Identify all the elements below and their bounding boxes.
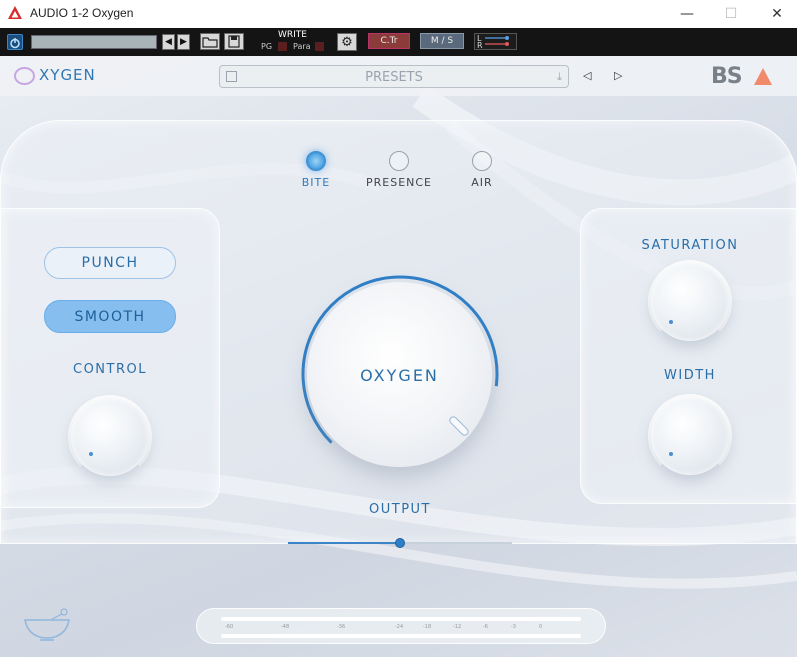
mode-radio-bite[interactable] <box>306 151 326 171</box>
punch-button[interactable]: PUNCH <box>44 247 176 279</box>
pg-write-toggle[interactable] <box>278 42 287 51</box>
para-write-toggle[interactable] <box>315 42 324 51</box>
meter-tick: -6 <box>483 624 488 630</box>
presets-dropdown[interactable]: PRESETS ⤓ <box>219 65 569 88</box>
write-label: WRITE <box>278 30 307 40</box>
meter-tick: -24 <box>395 624 404 630</box>
output-slider-fill <box>288 542 400 544</box>
saturation-label: SATURATION <box>641 238 739 253</box>
control-knob[interactable] <box>71 398 149 476</box>
mid-side-button[interactable]: M / S <box>420 33 464 49</box>
window-titlebar: AUDIO 1-2 Oxygen — ☐ ✕ <box>0 0 797 28</box>
width-knob-indicator <box>669 452 673 456</box>
saturation-knob-indicator <box>669 320 673 324</box>
settings-button[interactable]: ⚙ <box>337 33 357 51</box>
output-slider-thumb[interactable] <box>395 538 405 548</box>
open-folder-button[interactable] <box>200 33 220 50</box>
save-icon <box>228 35 240 48</box>
width-label: WIDTH <box>664 368 716 383</box>
mode-radio-air[interactable] <box>472 151 492 171</box>
host-next-preset-button[interactable]: ▶ <box>177 34 190 50</box>
saturation-knob[interactable] <box>651 263 729 341</box>
prev-preset-button[interactable]: ◁ <box>583 69 591 82</box>
meter-tick: -36 <box>337 624 346 630</box>
routing-icon <box>485 36 509 46</box>
folder-icon <box>202 37 218 48</box>
presets-label: PRESETS <box>365 70 423 85</box>
output-label: OUTPUT <box>369 502 431 517</box>
pg-label: PG <box>261 42 273 51</box>
output-slider[interactable] <box>288 538 512 548</box>
output-meter: -60 -48 -36 -24 -18 -12 -6 -3 0 <box>196 608 606 644</box>
next-preset-button[interactable]: ▷ <box>614 69 622 82</box>
mode-label-presence: PRESENCE <box>365 176 433 189</box>
power-button[interactable] <box>7 34 23 50</box>
company-logo: BS <box>711 64 743 89</box>
maximize-button[interactable]: ☐ <box>708 0 754 28</box>
control-knob-indicator <box>89 452 93 456</box>
right-channel-label: R <box>477 41 483 50</box>
meter-bar-right <box>221 634 581 638</box>
meter-bar-left <box>221 617 581 621</box>
meter-tick: -12 <box>453 624 462 630</box>
plugin-header: XYGEN PRESETS ⤓ ◁ ▷ BS <box>0 56 797 96</box>
gear-icon: ⚙ <box>341 34 353 50</box>
width-knob[interactable] <box>651 397 729 475</box>
oxygen-logo-text: XYGEN <box>39 66 96 84</box>
bowl-icon[interactable] <box>22 606 72 642</box>
meter-tick: -48 <box>281 624 290 630</box>
meter-scale: -60 -48 -36 -24 -18 -12 -6 -3 0 <box>221 624 581 632</box>
close-button[interactable]: ✕ <box>754 0 797 28</box>
app-logo-icon <box>8 6 22 19</box>
window-title: AUDIO 1-2 Oxygen <box>30 6 134 20</box>
meter-tick: -3 <box>511 624 516 630</box>
power-icon <box>10 38 20 49</box>
oxygen-logo-icon <box>14 67 35 85</box>
save-button[interactable] <box>224 33 244 50</box>
plugin-ui: XYGEN PRESETS ⤓ ◁ ▷ BS BITE PRESENCE AIR… <box>0 56 797 657</box>
mode-label-air: AIR <box>471 176 493 189</box>
para-label: Para <box>293 42 311 51</box>
mode-radio-presence[interactable] <box>389 151 409 171</box>
channel-routing[interactable]: L R <box>474 33 517 50</box>
company-logo-triangle-icon <box>754 68 772 85</box>
minimize-button[interactable]: — <box>664 0 710 28</box>
oxygen-knob-indicator <box>447 414 471 438</box>
meter-tick: -60 <box>225 624 234 630</box>
mode-label-bite: BITE <box>301 176 331 189</box>
host-prev-preset-button[interactable]: ◀ <box>162 34 175 50</box>
meter-tick: -18 <box>423 624 432 630</box>
meter-tick: 0 <box>539 624 543 630</box>
oxygen-knob-label: OXYGEN <box>360 366 439 385</box>
host-preset-field[interactable] <box>31 35 157 49</box>
download-icon[interactable]: ⤓ <box>557 70 562 84</box>
host-toolbar: ◀ ▶ WRITE PG Para ⚙ C.Tr M / S L R <box>0 28 797 56</box>
ctr-button[interactable]: C.Tr <box>368 33 410 49</box>
control-label: CONTROL <box>73 362 147 377</box>
smooth-button[interactable]: SMOOTH <box>44 300 176 333</box>
